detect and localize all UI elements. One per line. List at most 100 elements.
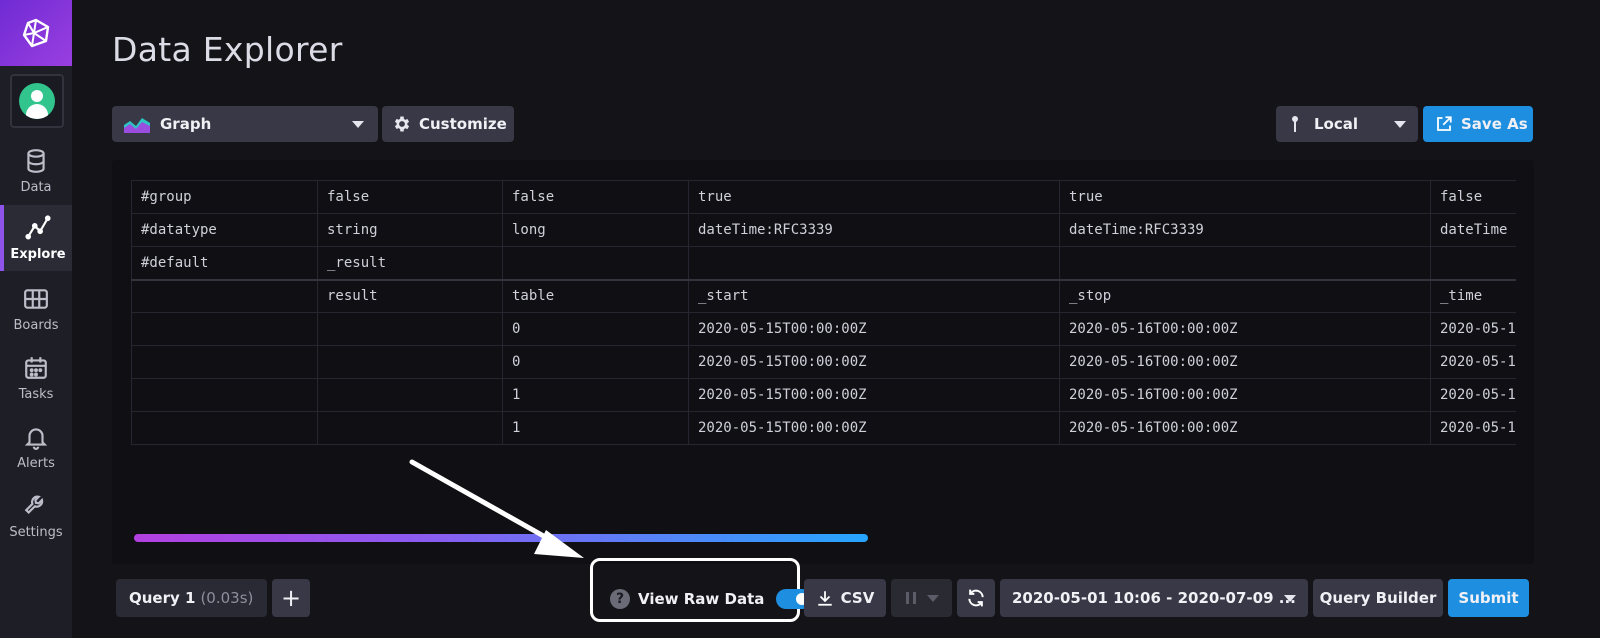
query-tab-label: Query 1 xyxy=(129,589,196,607)
view-type-dropdown[interactable]: Graph xyxy=(112,106,378,142)
table-cell xyxy=(688,246,1060,281)
table-cell: table xyxy=(502,279,689,313)
time-range-dropdown[interactable]: 2020-05-01 10:06 - 2020-07-09 ... xyxy=(1000,579,1308,617)
pin-icon xyxy=(1292,116,1298,132)
table-cell xyxy=(131,312,318,346)
csv-download-button[interactable]: CSV xyxy=(804,579,886,617)
table-cell: 2020-05-15T00:00:00Z xyxy=(688,378,1060,412)
table-cell: 2020-05-1 xyxy=(1430,345,1516,379)
table-cell: 2020-05-16T00:00:00Z xyxy=(1059,411,1431,445)
table-cell xyxy=(1430,246,1516,281)
timezone-label: Local xyxy=(1314,115,1359,133)
table-cell xyxy=(317,378,503,412)
table-cell xyxy=(1059,246,1431,281)
table-cell: _stop xyxy=(1059,279,1431,313)
grid-icon xyxy=(24,288,48,309)
database-icon xyxy=(27,148,45,173)
chevron-down-icon xyxy=(1394,121,1406,128)
table-cell: 2020-05-1 xyxy=(1430,312,1516,346)
chevron-down-icon xyxy=(1284,595,1296,602)
add-query-button[interactable]: + xyxy=(272,579,310,617)
table-cell xyxy=(131,378,318,412)
influx-logo[interactable] xyxy=(0,0,72,66)
submit-button[interactable]: Submit xyxy=(1448,579,1529,617)
table-cell: string xyxy=(317,213,503,247)
sidebar-item-explore[interactable]: Explore xyxy=(0,205,72,271)
view-raw-data-toggle[interactable]: ? View Raw Data xyxy=(610,584,813,614)
sidebar-item-alerts[interactable]: Alerts xyxy=(0,414,72,480)
table-cell: false xyxy=(502,180,689,214)
save-as-button[interactable]: Save As xyxy=(1423,106,1533,142)
table-cell: #group xyxy=(131,180,318,214)
table-cell xyxy=(131,345,318,379)
query-bottom-bar: Query 1 (0.03s) + ? View Raw Data CSV 20… xyxy=(112,558,1534,626)
table-cell: dateTime xyxy=(1430,213,1516,247)
raw-data-table-viewport: #group false false true true false #datatype st… xyxy=(131,180,1516,448)
table-cell: false xyxy=(317,180,503,214)
table-cell: 2020-05-16T00:00:00Z xyxy=(1059,378,1431,412)
sidebar-item-boards[interactable]: Boards xyxy=(0,276,72,342)
table-cell: dateTime:RFC3339 xyxy=(1059,213,1431,247)
query-tab-time: (0.03s) xyxy=(200,589,254,607)
table-cell: _result xyxy=(317,246,503,281)
table-cell: _time xyxy=(1430,279,1516,313)
refresh-icon xyxy=(968,589,984,607)
table-cell: true xyxy=(688,180,1060,214)
csv-label: CSV xyxy=(840,589,875,607)
gear-icon xyxy=(394,116,410,132)
submit-label: Submit xyxy=(1458,589,1519,607)
table-cell: true xyxy=(1059,180,1431,214)
graph-line-icon xyxy=(25,214,51,239)
auto-refresh-dropdown[interactable] xyxy=(891,579,952,617)
chevron-down-icon xyxy=(352,121,364,128)
sidebar-item-data[interactable]: Data xyxy=(0,138,72,204)
view-raw-label: View Raw Data xyxy=(638,590,765,608)
customize-label: Customize xyxy=(419,115,507,133)
table-cell: 0 xyxy=(502,345,689,379)
customize-button[interactable]: Customize xyxy=(382,106,514,142)
query-tab[interactable]: Query 1 (0.03s) xyxy=(116,579,267,617)
query-builder-button[interactable]: Query Builder xyxy=(1313,579,1443,617)
timezone-dropdown[interactable]: Local xyxy=(1276,106,1418,142)
table-row: result table _start _stop _time xyxy=(131,279,1516,313)
table-cell xyxy=(502,246,689,281)
sidebar-item-tasks[interactable]: Tasks xyxy=(0,345,72,411)
sidebar-item-label: Tasks xyxy=(18,386,54,402)
user-avatar-button[interactable] xyxy=(10,74,64,128)
table-cell: false xyxy=(1430,180,1516,214)
table-cell: long xyxy=(502,213,689,247)
table-row: 1 2020-05-15T00:00:00Z 2020-05-16T00:00:00… xyxy=(131,378,1516,412)
question-mark-icon[interactable]: ? xyxy=(610,589,630,609)
query-builder-label: Query Builder xyxy=(1319,589,1437,607)
pause-icon xyxy=(905,592,916,604)
sidebar-item-settings[interactable]: Settings xyxy=(0,483,72,549)
table-cell: 2020-05-15T00:00:00Z xyxy=(688,345,1060,379)
user-avatar-icon xyxy=(19,83,55,119)
download-icon xyxy=(817,591,832,606)
sidebar-item-label: Alerts xyxy=(17,455,55,471)
refresh-button[interactable] xyxy=(957,579,995,617)
sidebar-item-label: Explore xyxy=(10,246,66,262)
export-icon xyxy=(1437,116,1452,131)
table-cell: 2020-05-16T00:00:00Z xyxy=(1059,312,1431,346)
table-cell: 2020-05-1 xyxy=(1430,378,1516,412)
table-cell: 1 xyxy=(502,411,689,445)
table-row: #group false false true true false xyxy=(131,180,1516,214)
table-cell xyxy=(131,279,318,313)
chevron-down-icon xyxy=(926,594,939,602)
sidebar-item-label: Settings xyxy=(9,524,63,540)
table-cell: 2020-05-16T00:00:00Z xyxy=(1059,345,1431,379)
sidebar-item-label: Boards xyxy=(13,317,59,333)
table-cell: 2020-05-15T00:00:00Z xyxy=(688,312,1060,346)
horizontal-scrollbar[interactable] xyxy=(134,534,868,542)
time-range-label: 2020-05-01 10:06 - 2020-07-09 ... xyxy=(1012,589,1296,607)
table-row: #datatype string long dateTime:RFC3339 dateT… xyxy=(131,213,1516,247)
calendar-icon xyxy=(25,356,47,379)
table-cell: #datatype xyxy=(131,213,318,247)
table-cell xyxy=(131,411,318,445)
table-cell xyxy=(317,345,503,379)
raw-data-panel: #group false false true true false #datatype st… xyxy=(112,160,1534,564)
table-row: 1 2020-05-15T00:00:00Z 2020-05-16T00:00:00… xyxy=(131,411,1516,445)
table-cell xyxy=(317,411,503,445)
table-cell: _start xyxy=(688,279,1060,313)
